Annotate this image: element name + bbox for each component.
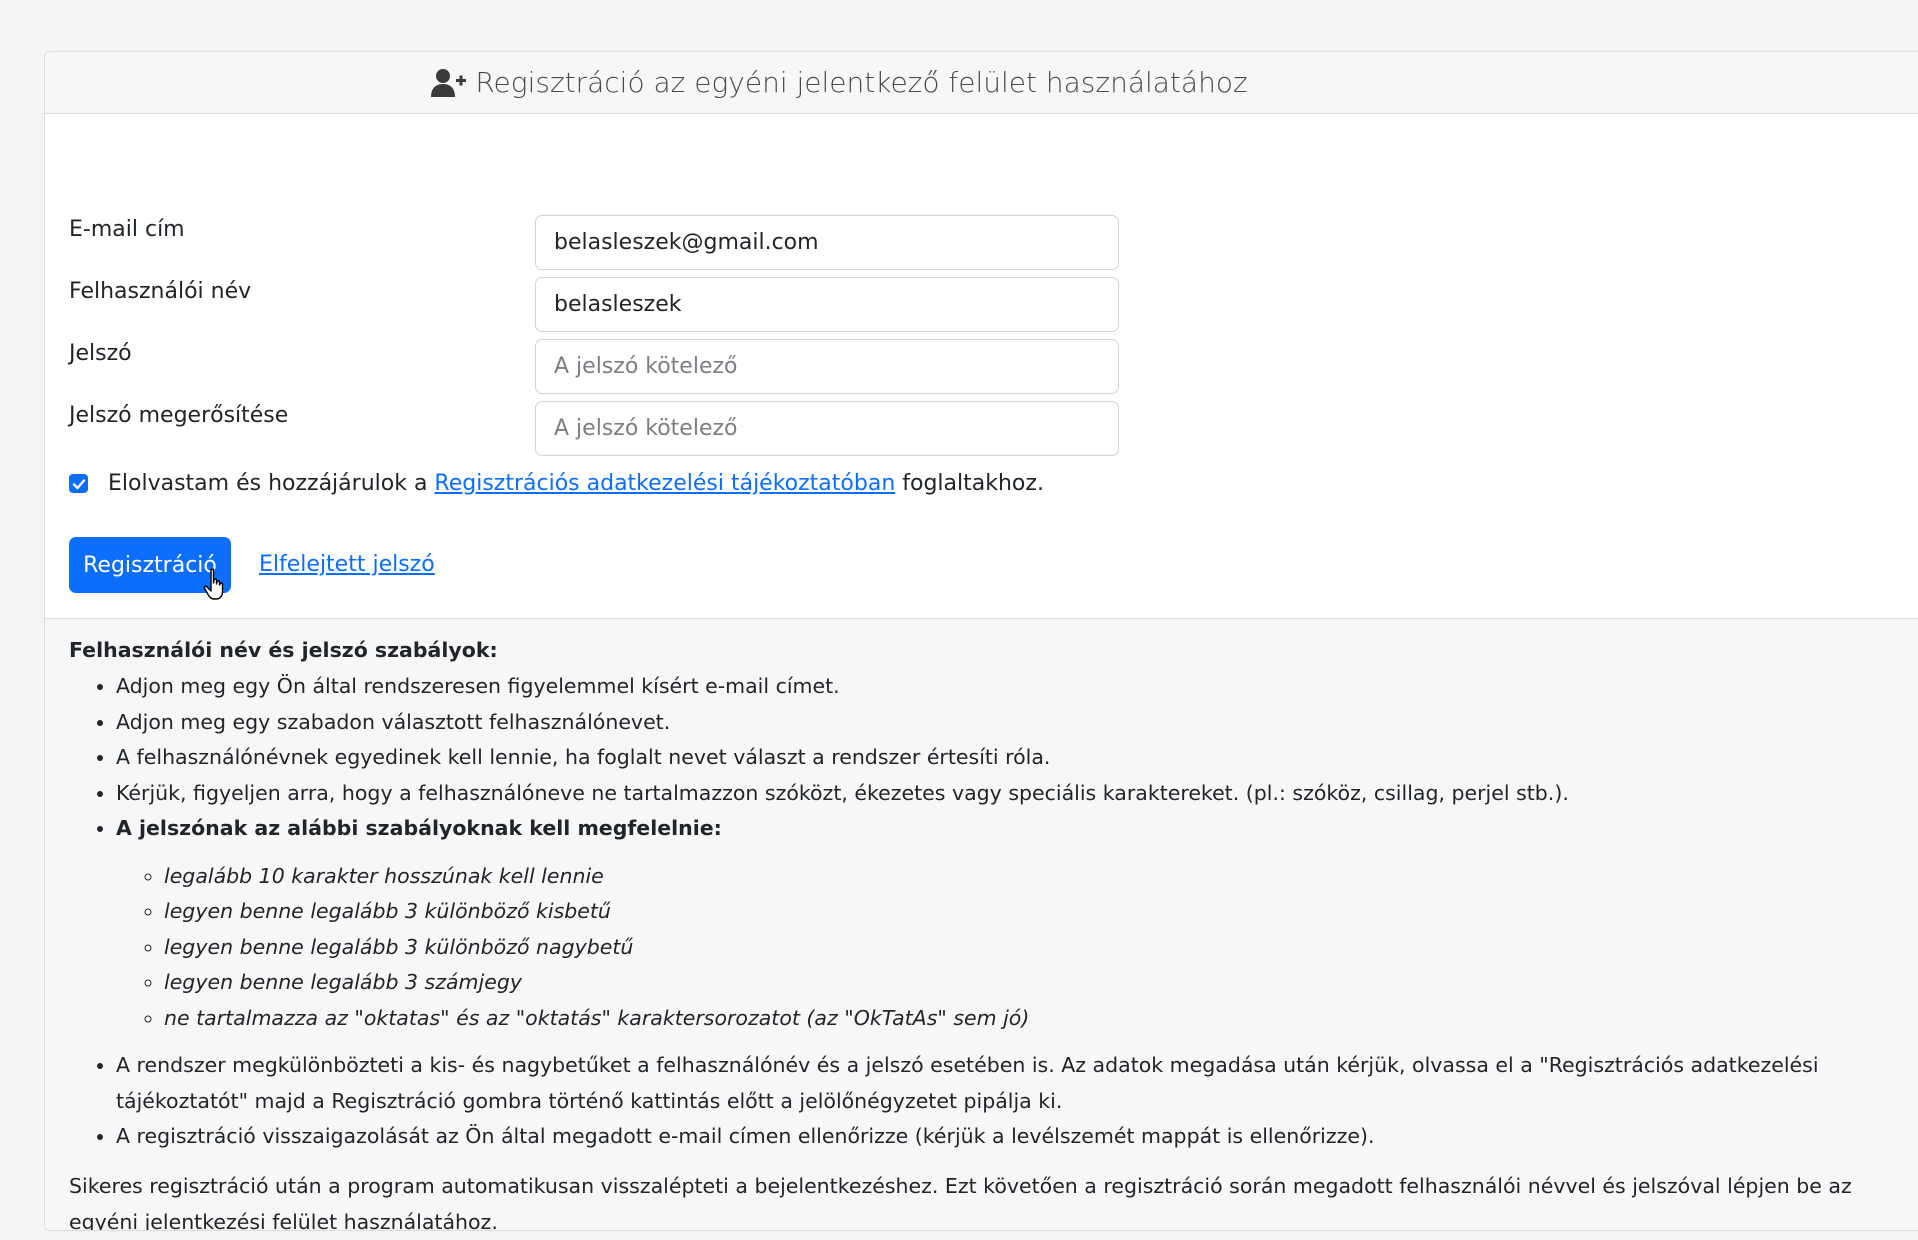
rules-list: Adjon meg egy Ön által rendszeresen figy… [69,669,1869,1155]
password-rules-item: A jelszónak az alábbi szabályoknak kell … [116,811,1869,1036]
password-rules-heading: A jelszónak az alábbi szabályoknak kell … [116,816,722,840]
consent-text-after: foglaltakhoz. [902,471,1044,496]
rules-title: Felhasználói név és jelszó szabályok: [69,638,498,662]
list-item: ne tartalmazza az "oktatas" és az "oktat… [164,1001,1869,1037]
password-confirm-field[interactable] [535,401,1119,456]
list-item: legalább 10 karakter hosszúnak kell lenn… [164,859,1869,895]
password-label: Jelszó [69,341,132,366]
list-item: legyen benne legalább 3 különböző kisbet… [164,894,1869,930]
username-label: Felhasználói név [69,279,252,304]
closing-text: Sikeres regisztráció után a program auto… [69,1174,1852,1231]
consent-row: Elolvastam és hozzájárulok a Regisztráci… [69,471,1044,496]
registration-form: E-mail cím Felhasználói név Jelszó Jelsz… [45,114,1918,618]
consent-checkbox[interactable] [69,474,88,493]
list-item: A regisztráció visszaigazolását az Ön ál… [116,1119,1869,1155]
list-item: Adjon meg egy szabadon választott felhas… [116,705,1869,741]
password-rules-list: legalább 10 karakter hosszúnak kell lenn… [116,859,1869,1037]
rules-section: Felhasználói név és jelszó szabályok: Ad… [45,618,1918,1230]
list-item: A felhasználónévnek egyedinek kell lenni… [116,740,1869,776]
email-field[interactable] [535,215,1119,270]
registration-card: Regisztráció az egyéni jelentkező felüle… [44,51,1918,1231]
consent-text-before: Elolvastam és hozzájárulok a [108,471,428,496]
password-confirm-label: Jelszó megerősítése [69,403,289,428]
forgot-password-link[interactable]: Elfelejtett jelszó [259,552,435,577]
page-title: Regisztráció az egyéni jelentkező felüle… [475,66,1248,99]
list-item: legyen benne legalább 3 különböző nagybe… [164,930,1869,966]
user-plus-icon [431,68,467,98]
header-title-wrap: Regisztráció az egyéni jelentkező felüle… [431,66,1248,99]
username-field[interactable] [535,277,1119,332]
password-field[interactable] [535,339,1119,394]
list-item: Adjon meg egy Ön által rendszeresen figy… [116,669,1869,705]
list-item: Kérjük, figyeljen arra, hogy a felhaszná… [116,776,1869,812]
card-header: Regisztráció az egyéni jelentkező felüle… [45,52,1918,114]
email-label: E-mail cím [69,217,185,242]
privacy-policy-link[interactable]: Regisztrációs adatkezelési tájékoztatóba… [434,471,895,496]
check-icon [72,478,85,489]
list-item: legyen benne legalább 3 számjegy [164,965,1869,1001]
list-item: A rendszer megkülönbözteti a kis- és nag… [116,1048,1869,1119]
hand-cursor-icon [203,568,229,606]
